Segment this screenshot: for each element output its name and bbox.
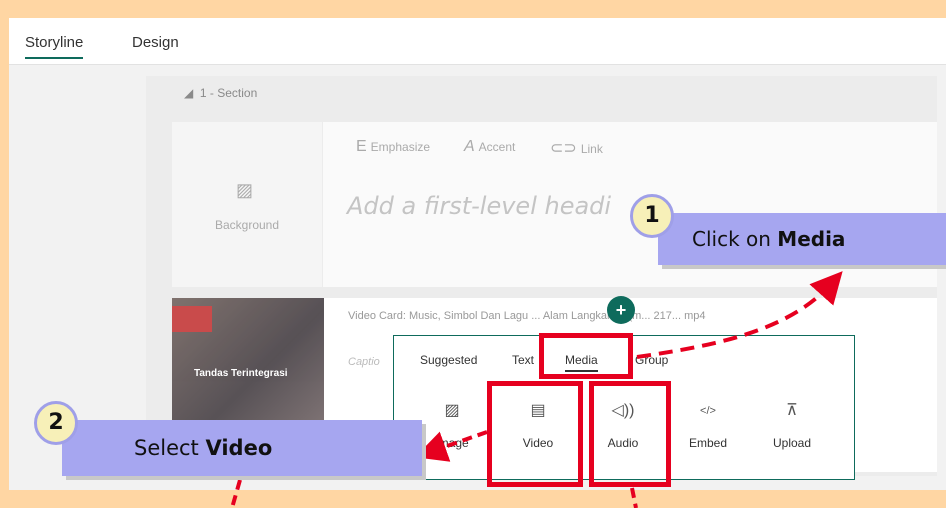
step1-callout: Click on Media (658, 213, 946, 265)
step2-bold: Video (205, 436, 273, 460)
step1-badge: 1 (630, 194, 674, 238)
step1-text: Click on (692, 227, 778, 251)
step2-badge: 2 (34, 401, 78, 445)
step2-callout: Select Video (62, 420, 422, 476)
step2-text: Select (134, 436, 206, 460)
step1-bold: Media (777, 227, 846, 251)
